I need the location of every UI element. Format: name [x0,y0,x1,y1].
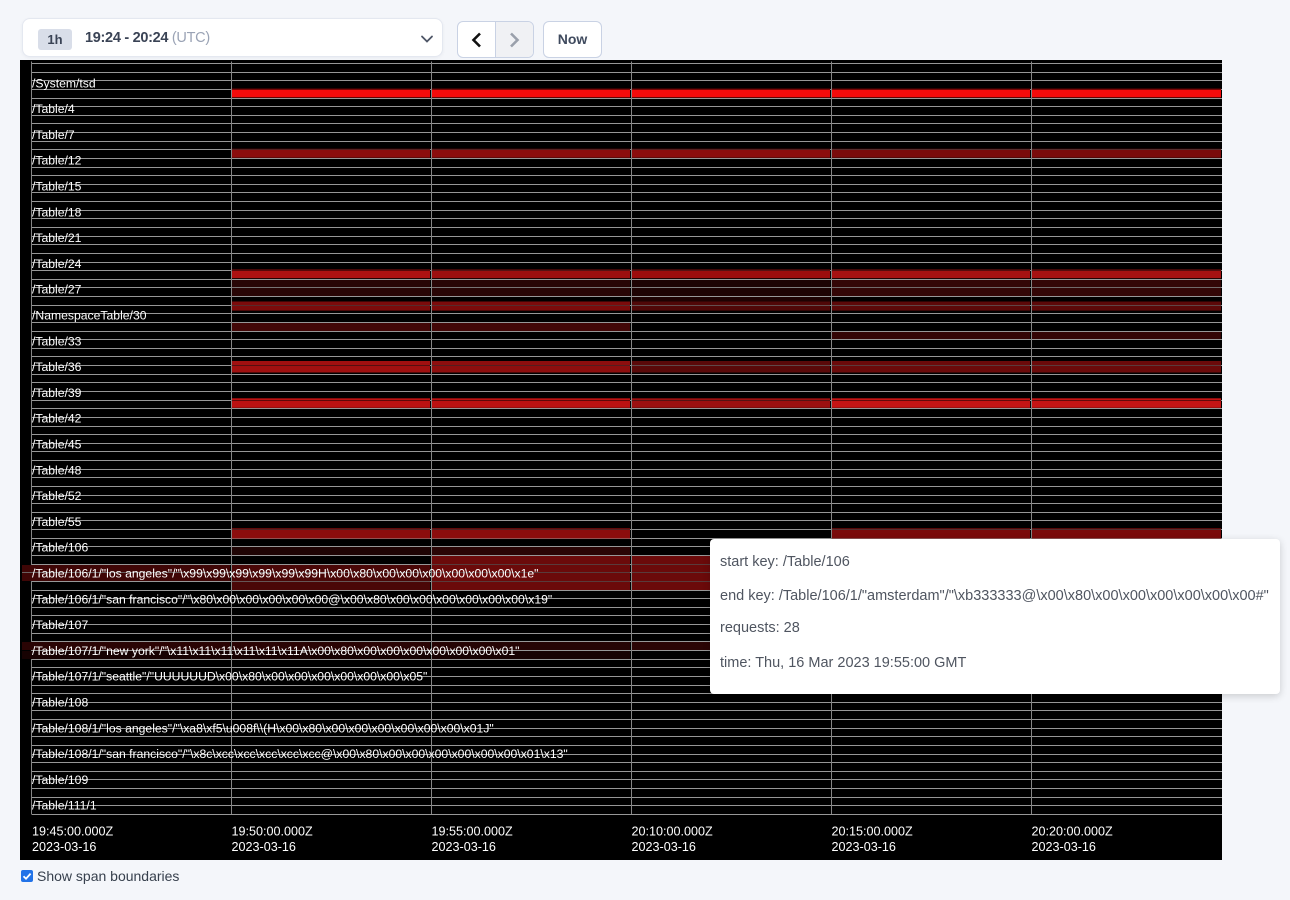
svg-text:/Table/106/1/"san francisco"/": /Table/106/1/"san francisco"/"\x80\x00\x… [32,592,552,606]
svg-text:/Table/107/1/"seattle"/"UUUUUU: /Table/107/1/"seattle"/"UUUUUUD\x00\x80\… [32,670,427,684]
svg-text:2023-03-16: 2023-03-16 [1032,840,1096,854]
svg-text:20:20:00.000Z: 20:20:00.000Z [1032,825,1114,839]
svg-text:2023-03-16: 2023-03-16 [632,840,696,854]
svg-text:2023-03-16: 2023-03-16 [832,840,896,854]
svg-text:/Table/108/1/"los angeles"/"\x: /Table/108/1/"los angeles"/"\xa8\xf5\u00… [32,721,494,735]
svg-text:20:15:00.000Z: 20:15:00.000Z [832,825,914,839]
svg-text:/Table/108: /Table/108 [32,696,88,710]
svg-text:/Table/7: /Table/7 [32,128,75,142]
svg-text:19:50:00.000Z: 19:50:00.000Z [232,825,314,839]
svg-text:19:45:00.000Z: 19:45:00.000Z [32,825,114,839]
svg-text:/Table/33: /Table/33 [32,334,82,348]
svg-text:/Table/42: /Table/42 [32,412,82,426]
svg-text:/Table/45: /Table/45 [32,438,82,452]
svg-text:/Table/12: /Table/12 [32,154,82,168]
svg-text:2023-03-16: 2023-03-16 [32,840,96,854]
svg-text:/Table/24: /Table/24 [32,257,82,271]
svg-text:20:10:00.000Z: 20:10:00.000Z [632,825,714,839]
svg-text:/Table/39: /Table/39 [32,386,82,400]
svg-text:/Table/4: /Table/4 [32,102,75,116]
svg-text:/System/tsd: /System/tsd [32,76,96,90]
svg-text:/Table/15: /Table/15 [32,180,82,194]
svg-text:/Table/111/1: /Table/111/1 [32,799,97,813]
svg-text:/Table/48: /Table/48 [32,463,82,477]
svg-text:/Table/55: /Table/55 [32,515,82,529]
svg-text:2023-03-16: 2023-03-16 [232,840,296,854]
svg-text:/NamespaceTable/30: /NamespaceTable/30 [32,309,147,323]
svg-text:/Table/109: /Table/109 [32,773,88,787]
svg-text:/Table/106: /Table/106 [32,541,88,555]
svg-text:19:55:00.000Z: 19:55:00.000Z [432,825,514,839]
svg-text:/Table/21: /Table/21 [32,231,82,245]
svg-text:/Table/36: /Table/36 [32,360,82,374]
svg-text:/Table/108/1/"san francisco"/": /Table/108/1/"san francisco"/"\x8c\xcc\x… [32,747,568,761]
svg-text:/Table/18: /Table/18 [32,205,82,219]
svg-text:/Table/107/1/"new york"/"\x11\: /Table/107/1/"new york"/"\x11\x11\x11\x1… [32,644,520,658]
svg-text:/Table/107: /Table/107 [32,618,88,632]
svg-text:/Table/106/1/"los angeles"/"\x: /Table/106/1/"los angeles"/"\x99\x99\x99… [32,567,538,581]
svg-text:/Table/52: /Table/52 [32,489,82,503]
svg-text:/Table/27: /Table/27 [32,283,82,297]
svg-text:2023-03-16: 2023-03-16 [432,840,496,854]
